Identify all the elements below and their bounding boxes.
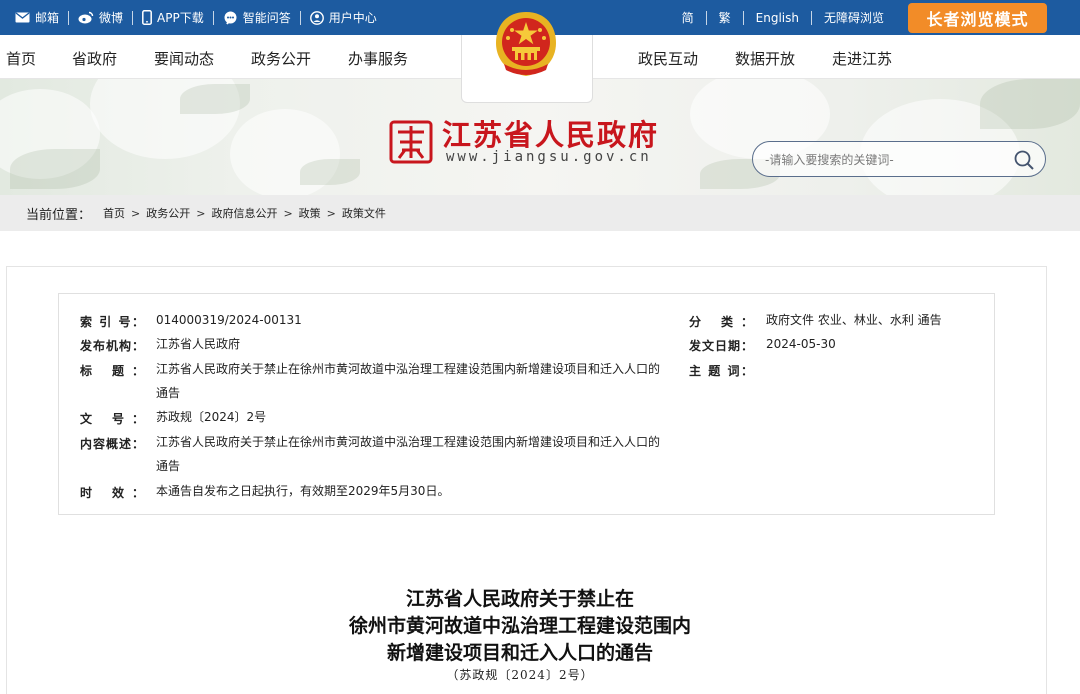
banner-decoration [300, 159, 360, 185]
document-number-value: 苏政规〔2024〕2号 [156, 410, 267, 424]
breadcrumb-item[interactable]: 政策文件 [342, 205, 386, 221]
site-title[interactable]: 江苏省人民政府 [442, 112, 659, 154]
index-number-value: 014000319/2024-00131 [156, 313, 302, 327]
index-number-label: 索 引 号： [80, 315, 144, 329]
breadcrumb-separator: > [131, 206, 141, 220]
weibo-label: 微博 [99, 11, 124, 25]
publisher-value: 江苏省人民政府 [156, 337, 241, 351]
phone-icon [142, 10, 152, 25]
subject-label: 主 题 词： [689, 364, 753, 378]
category-label: 分 类： [689, 315, 753, 329]
top-right-links: 简 繁 English 无障碍浏览 长者浏览模式 [670, 0, 1080, 35]
mail-icon [15, 12, 30, 23]
title-value: 江苏省人民政府关于禁止在徐州市黄河故道中泓治理工程建设范围内新增建设项目和迁入人… [156, 362, 661, 400]
user-center-link[interactable]: 用户中心 [301, 9, 386, 26]
weibo-icon [78, 11, 94, 24]
nav-about-jiangsu[interactable]: 走进江苏 [832, 48, 892, 69]
breadcrumb: 当前位置： 首页 > 政务公开 > 政府信息公开 > 政策 > 政策文件 [0, 195, 1080, 231]
user-center-label: 用户中心 [328, 11, 377, 25]
publisher-label: 发布机构： [80, 339, 144, 353]
app-download-label: APP下载 [157, 11, 204, 25]
breadcrumb-item[interactable]: 政务公开 [146, 205, 190, 221]
document-title-line: 徐州市黄河故道中泓治理工程建设范围内 [348, 615, 691, 637]
smart-qa-link[interactable]: 智能问答 [214, 9, 300, 26]
national-emblem-icon [496, 12, 556, 76]
category-value: 政府文件 农业、林业、水利 通告 [766, 313, 942, 327]
top-links: 邮箱 微博 APP下载 智能问答 用户中心 [6, 0, 386, 35]
nav-interaction[interactable]: 政民互动 [638, 48, 698, 69]
banner-decoration [980, 79, 1080, 129]
chat-icon [224, 11, 237, 25]
banner-decoration [180, 84, 250, 114]
simplified-chinese-link[interactable]: 简 [670, 9, 706, 26]
breadcrumb-item[interactable]: 首页 [103, 205, 125, 221]
document-title-line: 新增建设项目和迁入人口的通告 [386, 642, 653, 664]
english-link[interactable]: English [744, 11, 811, 25]
nav-services[interactable]: 办事服务 [348, 48, 408, 69]
title-label: 标 题： [80, 364, 144, 378]
summary-label: 内容概述： [80, 437, 144, 451]
document-number: （苏政规〔2024〕2号） [446, 668, 594, 682]
jiangsu-logo-icon [389, 120, 433, 164]
breadcrumb-separator: > [283, 206, 293, 220]
issue-date-value: 2024-05-30 [766, 337, 836, 351]
breadcrumb-item[interactable]: 政策 [299, 205, 321, 221]
breadcrumb-separator: > [196, 206, 206, 220]
site-url: www.jiangsu.gov.cn [446, 149, 652, 165]
search-input[interactable] [765, 150, 1005, 170]
document-title: 江苏省人民政府关于禁止在 徐州市黄河故道中泓治理工程建设范围内 新增建设项目和迁… [240, 586, 800, 667]
search-box [752, 141, 1046, 177]
mail-label: 邮箱 [35, 11, 60, 25]
validity-label: 时 效： [80, 486, 144, 500]
breadcrumb-item[interactable]: 政府信息公开 [211, 205, 277, 221]
weibo-link[interactable]: 微博 [69, 9, 132, 26]
user-icon [309, 10, 324, 25]
summary-value: 江苏省人民政府关于禁止在徐州市黄河故道中泓治理工程建设范围内新增建设项目和迁入人… [156, 435, 661, 473]
breadcrumb-separator: > [326, 206, 336, 220]
nav-government-affairs[interactable]: 政务公开 [251, 48, 311, 69]
breadcrumb-label: 当前位置： [26, 207, 92, 223]
document-number-label: 文 号： [80, 412, 144, 426]
accessibility-link[interactable]: 无障碍浏览 [812, 9, 896, 26]
mail-link[interactable]: 邮箱 [6, 9, 68, 26]
elder-mode-button[interactable]: 长者浏览模式 [908, 2, 1047, 33]
nav-news[interactable]: 要闻动态 [154, 48, 214, 69]
smart-qa-label: 智能问答 [242, 11, 291, 25]
traditional-chinese-link[interactable]: 繁 [707, 9, 743, 26]
search-icon[interactable] [1013, 149, 1035, 171]
nav-provincial-government[interactable]: 省政府 [72, 48, 117, 69]
nav-open-data[interactable]: 数据开放 [735, 48, 795, 69]
document-title-line: 江苏省人民政府关于禁止在 [405, 588, 634, 610]
app-download-link[interactable]: APP下载 [133, 9, 213, 26]
issue-date-label: 发文日期： [689, 339, 753, 353]
validity-value: 本通告自发布之日起执行，有效期至2029年5月30日。 [156, 484, 450, 498]
nav-home[interactable]: 首页 [6, 48, 36, 69]
document-metadata: 索 引 号： 014000319/2024-00131 发布机构： 江苏省人民政… [58, 293, 995, 515]
banner-decoration [10, 149, 100, 189]
